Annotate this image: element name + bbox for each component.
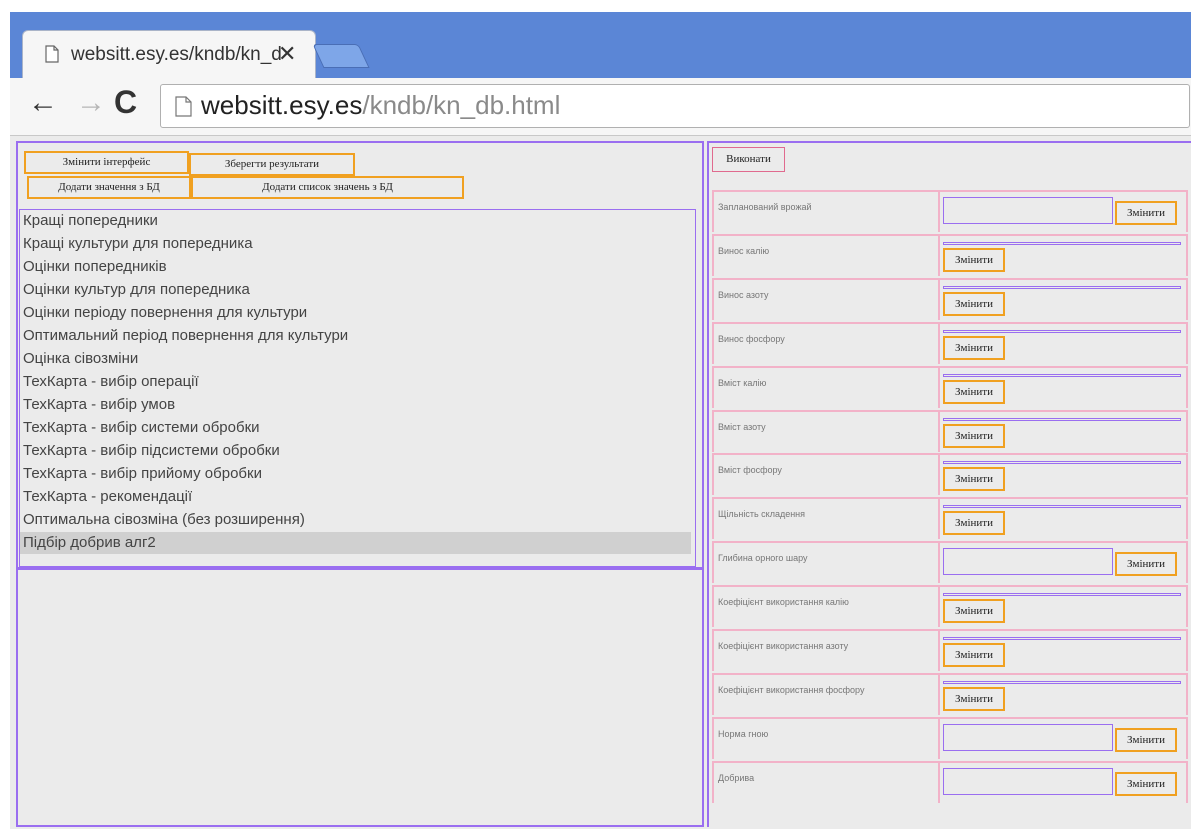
param-input[interactable] bbox=[943, 593, 1181, 597]
browser-frame: websitt.esy.es/kndb/kn_d ✕ bbox=[0, 0, 1191, 78]
add-value-button[interactable]: Додати значення з БД bbox=[27, 176, 191, 199]
param-row: Винос азоту Змінити bbox=[712, 277, 1188, 320]
param-label: Вміст азоту bbox=[718, 421, 766, 432]
param-label: Вміст фосфору bbox=[718, 465, 782, 476]
param-row: Вміст фосфору Змінити bbox=[712, 453, 1188, 496]
param-label: Добрива bbox=[718, 772, 755, 783]
param-input[interactable] bbox=[943, 373, 1181, 377]
list-item[interactable]: ТехКарта - вибір прийому обробки bbox=[20, 463, 693, 485]
change-button[interactable]: Змінити bbox=[943, 643, 1005, 667]
param-input[interactable] bbox=[943, 505, 1181, 509]
param-label: Запланований врожай bbox=[718, 202, 812, 212]
page-icon bbox=[45, 45, 59, 63]
forward-arrow-icon[interactable]: → bbox=[76, 86, 106, 120]
param-row: Коефіцієнт використання калію Змінити bbox=[712, 585, 1188, 628]
param-input[interactable] bbox=[943, 767, 1113, 795]
change-button[interactable]: Змінити bbox=[943, 599, 1005, 624]
list-item[interactable]: Оптимальний період повернення для культу… bbox=[20, 325, 693, 347]
param-row: Вміст калію Змінити bbox=[712, 365, 1188, 408]
param-label: Норма гною bbox=[718, 728, 769, 739]
query-listbox[interactable]: Кращі попередники Кращі культури для попе… bbox=[19, 209, 696, 567]
list-item[interactable]: ТехКарта - вибір умов bbox=[20, 394, 693, 416]
param-label: Щільність складення bbox=[718, 509, 806, 520]
divider bbox=[18, 567, 702, 570]
list-item[interactable]: ТехКарта - вибір підсистеми обробки bbox=[20, 440, 693, 462]
change-button[interactable]: Змінити bbox=[943, 423, 1005, 448]
list-item[interactable]: ТехКарта - вибір системи обробки bbox=[20, 417, 693, 439]
change-button[interactable]: Змінити bbox=[943, 247, 1005, 272]
change-interface-button[interactable]: Змінити інтерфейс bbox=[24, 151, 189, 174]
param-row: Глибина орного шару Змінити bbox=[712, 541, 1188, 584]
change-button[interactable]: Змінити bbox=[943, 379, 1005, 404]
list-item[interactable]: Оцінки періоду повернення для культури bbox=[20, 302, 693, 324]
change-button[interactable]: Змінити bbox=[943, 686, 1005, 711]
list-item[interactable]: Кращі попередники bbox=[20, 210, 693, 232]
list-item[interactable]: Кращі культури для попередника bbox=[20, 233, 693, 255]
close-tab-icon[interactable]: ✕ bbox=[278, 41, 296, 67]
url-text: websitt.esy.es/kndb/kn_db.html bbox=[201, 90, 560, 121]
add-value-list-button[interactable]: Додати список значень з БД bbox=[191, 176, 464, 199]
page-content: Змінити інтерфейс Зберегти результати До… bbox=[10, 136, 1191, 829]
back-arrow-icon[interactable]: ← bbox=[28, 86, 58, 120]
param-input[interactable] bbox=[943, 461, 1181, 465]
reload-icon[interactable]: C bbox=[114, 84, 137, 121]
param-row: Щільність складення Змінити bbox=[712, 497, 1188, 540]
param-label: Винос калію bbox=[718, 245, 770, 256]
browser-tab[interactable]: websitt.esy.es/kndb/kn_d ✕ bbox=[22, 30, 316, 78]
param-row: Норма гною Змінити bbox=[712, 716, 1188, 759]
list-item[interactable]: Підбір добрив алг2 bbox=[20, 532, 691, 554]
list-item[interactable]: Оптимальна сівозміна (без розширення) bbox=[20, 509, 693, 531]
param-row: Винос калію Змінити bbox=[712, 233, 1188, 276]
param-input[interactable] bbox=[943, 417, 1181, 421]
param-label: Коефіцієнт використання фосфору bbox=[718, 684, 865, 695]
change-button[interactable]: Змінити bbox=[1115, 201, 1177, 225]
browser-toolbar: ← → C websitt.esy.es/kndb/kn_db.html bbox=[10, 78, 1191, 136]
change-button[interactable]: Змінити bbox=[1115, 552, 1177, 577]
param-label: Глибина орного шару bbox=[718, 553, 808, 564]
list-item[interactable]: Оцінка сівозміни bbox=[20, 348, 693, 370]
param-input[interactable] bbox=[943, 723, 1113, 751]
address-bar[interactable]: websitt.esy.es/kndb/kn_db.html bbox=[160, 84, 1190, 128]
left-panel: Змінити інтерфейс Зберегти результати До… bbox=[16, 141, 704, 827]
page-icon bbox=[175, 96, 192, 117]
save-results-button[interactable]: Зберегти результати bbox=[189, 153, 355, 176]
param-row: Коефіцієнт використання фосфору Змінити bbox=[712, 672, 1188, 715]
change-button[interactable]: Змінити bbox=[943, 335, 1005, 360]
param-label: Винос фосфору bbox=[718, 333, 785, 344]
param-label: Вміст калію bbox=[718, 377, 767, 388]
param-input[interactable] bbox=[943, 548, 1113, 576]
param-row: Винос фосфору Змінити bbox=[712, 321, 1188, 364]
param-input[interactable] bbox=[943, 197, 1113, 224]
param-label: Коефіцієнт використання азоту bbox=[718, 641, 849, 651]
param-label: Коефіцієнт використання калію bbox=[718, 597, 849, 608]
list-item[interactable]: Оцінки культур для попередника bbox=[20, 279, 693, 301]
change-button[interactable]: Змінити bbox=[1115, 727, 1177, 752]
tab-title: websitt.esy.es/kndb/kn_d bbox=[71, 44, 282, 65]
param-label: Винос азоту bbox=[718, 289, 769, 300]
run-button[interactable]: Виконати bbox=[712, 147, 785, 172]
param-row: Коефіцієнт використання азоту Змінити bbox=[712, 629, 1188, 671]
url-host: websitt.esy.es bbox=[201, 90, 363, 120]
param-input[interactable] bbox=[943, 285, 1181, 289]
param-input[interactable] bbox=[943, 637, 1181, 640]
change-button[interactable]: Змінити bbox=[943, 467, 1005, 492]
change-button[interactable]: Змінити bbox=[943, 291, 1005, 316]
list-item[interactable]: ТехКарта - вибір операції bbox=[20, 371, 693, 393]
param-input[interactable] bbox=[943, 329, 1181, 333]
param-row: Вміст азоту Змінити bbox=[712, 409, 1188, 452]
param-row: Запланований врожай Змінити bbox=[712, 190, 1188, 232]
param-row: Добрива Змінити bbox=[712, 760, 1188, 803]
change-button[interactable]: Змінити bbox=[943, 511, 1005, 536]
param-input[interactable] bbox=[943, 680, 1181, 684]
list-item[interactable]: ТехКарта - рекомендації bbox=[20, 486, 693, 508]
change-button[interactable]: Змінити bbox=[1115, 771, 1177, 796]
url-path: /kndb/kn_db.html bbox=[362, 90, 561, 120]
right-panel: Виконати Запланований врожай Змінити Винос… bbox=[707, 141, 1191, 827]
list-item[interactable]: Оцінки попередників bbox=[20, 256, 693, 278]
param-input[interactable] bbox=[943, 241, 1181, 245]
